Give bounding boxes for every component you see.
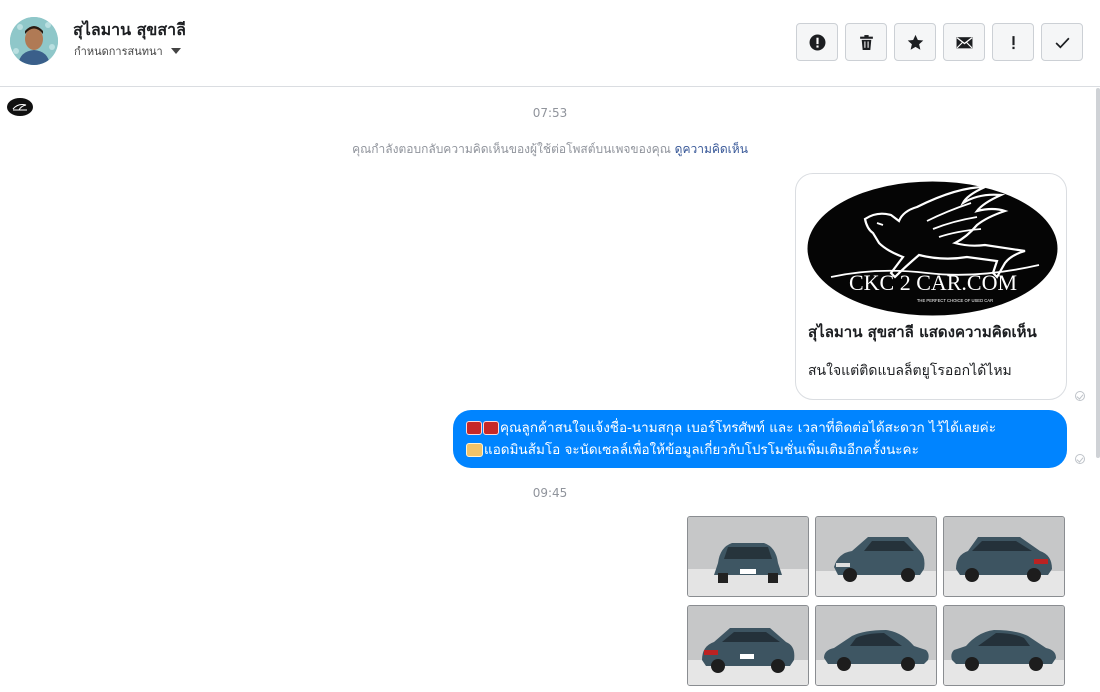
car-photo-image (944, 517, 1064, 596)
message-bubble-sent[interactable]: คุณลูกค้าสนใจแจ้งชื่อ-นามสกุล เบอร์โทรศั… (453, 410, 1067, 468)
view-comment-link[interactable]: ดูความคิดเห็น (675, 142, 748, 156)
telephone-icon (466, 421, 482, 435)
alert-circle-icon (809, 34, 825, 50)
conversation-header: สุไลมาน สุขสาลี กำหนดการสนทนา (0, 0, 1100, 87)
car-photo-image (688, 517, 808, 596)
message-thread[interactable]: 07:53 คุณกำลังตอบกลับความคิดเห็นของผู้ใช… (0, 88, 1100, 692)
car-photo-6[interactable] (943, 605, 1065, 686)
car-photo-2[interactable] (815, 516, 937, 597)
contact-name[interactable]: สุไลมาน สุขสาลี (73, 18, 186, 43)
seen-check-icon (1075, 454, 1085, 464)
logo-text: CKC 2 CAR.COM (849, 270, 1017, 295)
car-photo-image (816, 606, 936, 685)
car-photo-3[interactable] (943, 516, 1065, 597)
action-toolbar (796, 23, 1083, 61)
ckc2car-logo: CKC 2 CAR.COM THE PERFECT CHOICE OF USED… (807, 181, 1058, 316)
photo-grid (687, 516, 1065, 686)
card-title: สุไลมาน สุขสาลี แสดงความคิดเห็น (808, 323, 1037, 341)
car-photo-image (688, 606, 808, 685)
car-photo-4[interactable] (687, 605, 809, 686)
card-comment: สนใจแต่ติดแบลล็ตยูโรออกได้ไหม (808, 363, 1012, 379)
seen-check-icon (1075, 391, 1085, 401)
message-line-1: คุณลูกค้าสนใจแจ้งชื่อ-นามสกุล เบอร์โทรศั… (466, 417, 1055, 439)
message-line-2: แอดมินส้มโอ จะนัดเซลล์เพื่อให้ข้อมูลเกี่… (466, 439, 1055, 461)
check-icon (1055, 37, 1069, 49)
star-button[interactable] (894, 23, 936, 61)
follow-up-button[interactable] (992, 23, 1034, 61)
car-photo-1[interactable] (687, 516, 809, 597)
scrollbar[interactable] (1096, 88, 1100, 458)
timestamp: 09:45 (532, 486, 568, 500)
envelope-icon (956, 36, 972, 48)
mark-unread-button[interactable] (943, 23, 985, 61)
conversation-settings-label: กำหนดการสนทนา (74, 45, 163, 58)
notice-text: คุณกำลังตอบกลับความคิดเห็นของผู้ใช้ต่อโพ… (352, 142, 675, 156)
message-text-1: คุณลูกค้าสนใจแจ้งชื่อ-นามสกุล เบอร์โทรศั… (500, 420, 996, 436)
car-photo-image (944, 606, 1064, 685)
telephone-icon (483, 421, 499, 435)
avatar[interactable] (10, 17, 58, 65)
delete-button[interactable] (845, 23, 887, 61)
conversation-settings-dropdown[interactable]: กำหนดการสนทนา (74, 42, 181, 60)
people-icon (466, 443, 483, 457)
caret-down-icon (170, 48, 181, 54)
car-photo-image (816, 517, 936, 596)
star-icon (907, 34, 923, 50)
comment-reply-notice: คุณกำลังตอบกลับความคิดเห็นของผู้ใช้ต่อโพ… (0, 140, 1100, 159)
trash-icon (859, 34, 873, 50)
exclamation-icon (1011, 35, 1015, 49)
spam-button[interactable] (796, 23, 838, 61)
logo-tagline: THE PERFECT CHOICE OF USED CAR (917, 298, 993, 303)
car-photo-5[interactable] (815, 605, 937, 686)
done-button[interactable] (1041, 23, 1083, 61)
timestamp: 07:53 (532, 106, 568, 120)
comment-card[interactable]: CKC 2 CAR.COM THE PERFECT CHOICE OF USED… (795, 173, 1067, 400)
message-text-2: แอดมินส้มโอ จะนัดเซลล์เพื่อให้ข้อมูลเกี่… (484, 442, 919, 458)
